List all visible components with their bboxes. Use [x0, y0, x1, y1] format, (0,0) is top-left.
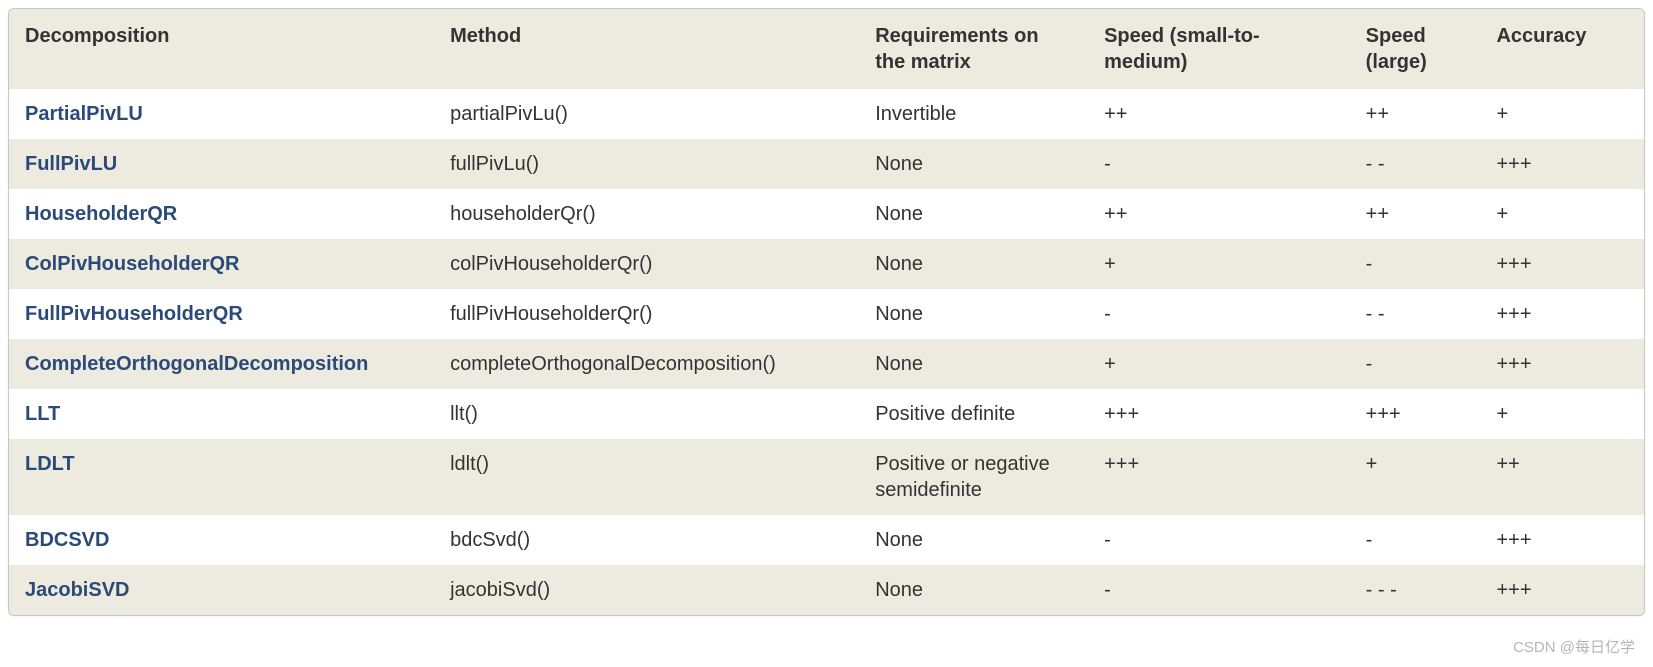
cell-requirements: None: [859, 139, 1088, 189]
cell-speed-small: -: [1088, 515, 1350, 565]
cell-speed-small: -: [1088, 289, 1350, 339]
cell-requirements: None: [859, 189, 1088, 239]
cell-decomposition[interactable]: CompleteOrthogonalDecomposition: [9, 339, 434, 389]
table-body: PartialPivLU partialPivLu() Invertible +…: [9, 89, 1644, 615]
cell-requirements: Positive definite: [859, 389, 1088, 439]
table-row: ColPivHouseholderQR colPivHouseholderQr(…: [9, 239, 1644, 289]
table-row: FullPivLU fullPivLu() None - - - +++: [9, 139, 1644, 189]
table-row: LDLT ldlt() Positive or negative semidef…: [9, 439, 1644, 515]
cell-speed-large: -: [1350, 515, 1481, 565]
cell-speed-large: - -: [1350, 289, 1481, 339]
cell-decomposition[interactable]: FullPivLU: [9, 139, 434, 189]
cell-requirements: None: [859, 515, 1088, 565]
table-row: FullPivHouseholderQR fullPivHouseholderQ…: [9, 289, 1644, 339]
cell-accuracy: +++: [1480, 339, 1644, 389]
cell-speed-large: -: [1350, 239, 1481, 289]
cell-speed-small: +++: [1088, 389, 1350, 439]
table-header-row: Decomposition Method Requirements on the…: [9, 9, 1644, 89]
decomposition-table: Decomposition Method Requirements on the…: [9, 9, 1644, 615]
cell-requirements: Invertible: [859, 89, 1088, 139]
cell-accuracy: +++: [1480, 289, 1644, 339]
cell-speed-small: +: [1088, 339, 1350, 389]
decomposition-table-container: Decomposition Method Requirements on the…: [8, 8, 1645, 616]
watermark: CSDN @每日亿学: [1513, 636, 1635, 657]
table-row: BDCSVD bdcSvd() None - - +++: [9, 515, 1644, 565]
cell-accuracy: +: [1480, 389, 1644, 439]
table-row: PartialPivLU partialPivLu() Invertible +…: [9, 89, 1644, 139]
cell-method: householderQr(): [434, 189, 859, 239]
cell-speed-small: +: [1088, 239, 1350, 289]
cell-accuracy: +: [1480, 89, 1644, 139]
header-decomposition: Decomposition: [9, 9, 434, 89]
cell-speed-small: ++: [1088, 89, 1350, 139]
cell-decomposition[interactable]: HouseholderQR: [9, 189, 434, 239]
cell-method: fullPivLu(): [434, 139, 859, 189]
cell-speed-small: -: [1088, 565, 1350, 615]
cell-decomposition[interactable]: LLT: [9, 389, 434, 439]
cell-accuracy: +: [1480, 189, 1644, 239]
cell-method: ldlt(): [434, 439, 859, 515]
cell-method: partialPivLu(): [434, 89, 859, 139]
header-speed-small: Speed (small-to-medium): [1088, 9, 1350, 89]
header-accuracy: Accuracy: [1480, 9, 1644, 89]
cell-speed-large: - -: [1350, 139, 1481, 189]
cell-decomposition[interactable]: JacobiSVD: [9, 565, 434, 615]
table-row: JacobiSVD jacobiSvd() None - - - - +++: [9, 565, 1644, 615]
header-speed-large: Speed (large): [1350, 9, 1481, 89]
cell-decomposition[interactable]: FullPivHouseholderQR: [9, 289, 434, 339]
cell-method: colPivHouseholderQr(): [434, 239, 859, 289]
cell-requirements: Positive or negative semidefinite: [859, 439, 1088, 515]
cell-speed-large: ++: [1350, 89, 1481, 139]
cell-speed-large: -: [1350, 339, 1481, 389]
table-row: HouseholderQR householderQr() None ++ ++…: [9, 189, 1644, 239]
cell-speed-small: +++: [1088, 439, 1350, 515]
cell-speed-large: - - -: [1350, 565, 1481, 615]
cell-speed-large: +++: [1350, 389, 1481, 439]
cell-method: bdcSvd(): [434, 515, 859, 565]
header-requirements: Requirements on the matrix: [859, 9, 1088, 89]
table-row: CompleteOrthogonalDecomposition complete…: [9, 339, 1644, 389]
cell-method: fullPivHouseholderQr(): [434, 289, 859, 339]
cell-requirements: None: [859, 289, 1088, 339]
cell-accuracy: +++: [1480, 515, 1644, 565]
cell-requirements: None: [859, 239, 1088, 289]
cell-decomposition[interactable]: BDCSVD: [9, 515, 434, 565]
cell-method: completeOrthogonalDecomposition(): [434, 339, 859, 389]
cell-speed-large: +: [1350, 439, 1481, 515]
cell-decomposition[interactable]: LDLT: [9, 439, 434, 515]
header-method: Method: [434, 9, 859, 89]
cell-method: jacobiSvd(): [434, 565, 859, 615]
cell-speed-large: ++: [1350, 189, 1481, 239]
cell-accuracy: +++: [1480, 239, 1644, 289]
cell-requirements: None: [859, 339, 1088, 389]
cell-speed-small: -: [1088, 139, 1350, 189]
cell-accuracy: +++: [1480, 139, 1644, 189]
table-row: LLT llt() Positive definite +++ +++ +: [9, 389, 1644, 439]
cell-method: llt(): [434, 389, 859, 439]
cell-accuracy: ++: [1480, 439, 1644, 515]
cell-requirements: None: [859, 565, 1088, 615]
cell-accuracy: +++: [1480, 565, 1644, 615]
cell-speed-small: ++: [1088, 189, 1350, 239]
cell-decomposition[interactable]: ColPivHouseholderQR: [9, 239, 434, 289]
cell-decomposition[interactable]: PartialPivLU: [9, 89, 434, 139]
